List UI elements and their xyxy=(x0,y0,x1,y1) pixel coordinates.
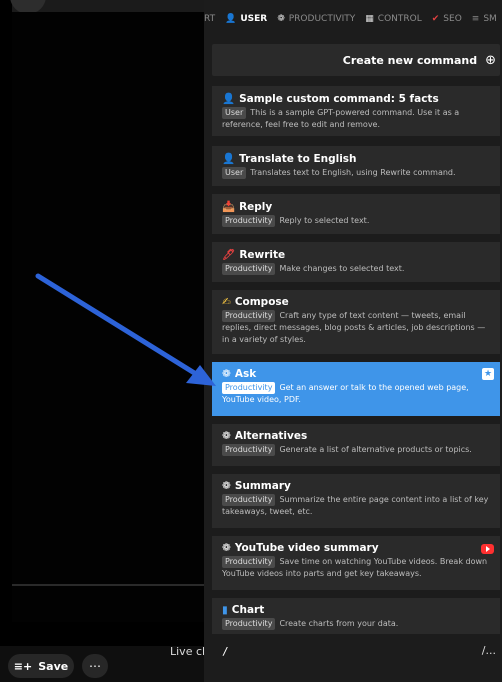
arrow-shaft xyxy=(35,273,199,377)
annotation-arrow xyxy=(35,273,216,386)
